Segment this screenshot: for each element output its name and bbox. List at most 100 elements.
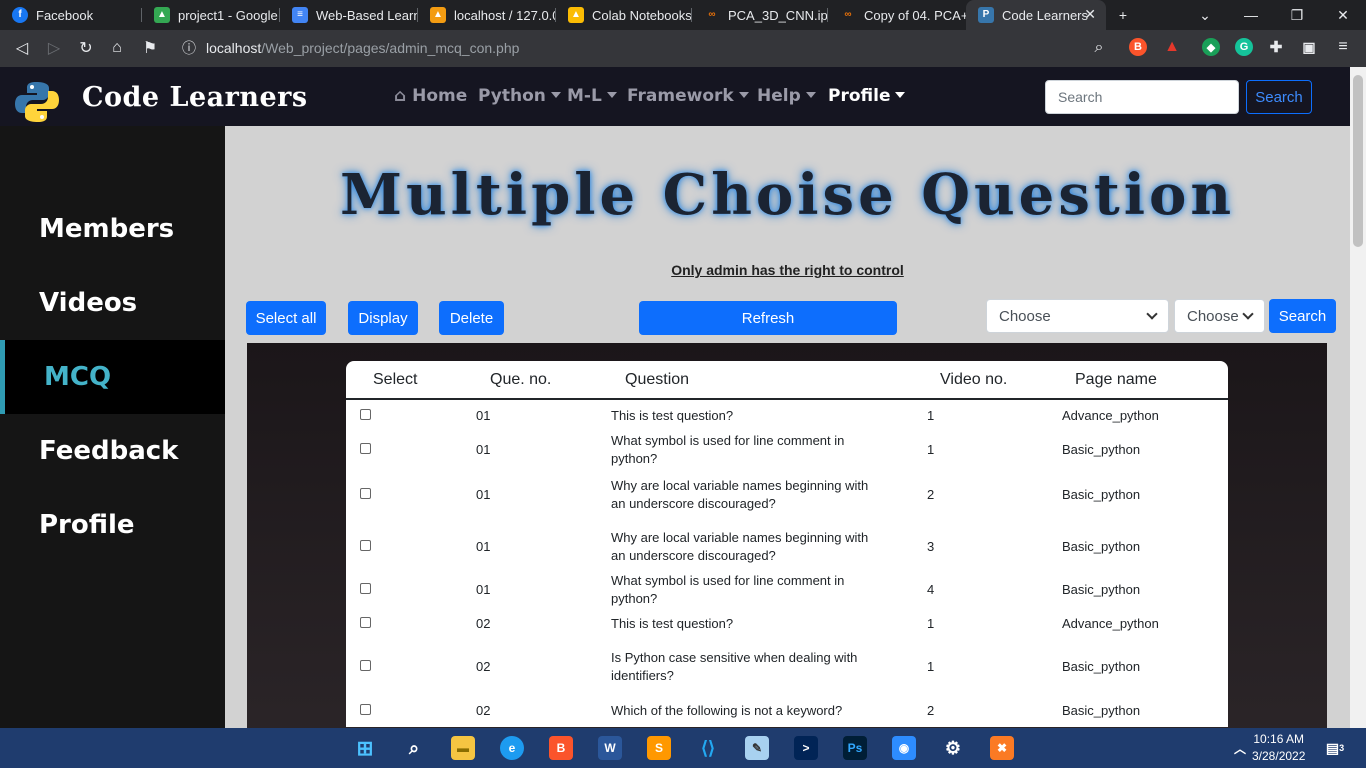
- brave-shields-icon[interactable]: B: [1129, 38, 1147, 56]
- tab-code-learners[interactable]: P Code Learners ✕: [966, 0, 1106, 30]
- grammarly-icon[interactable]: G: [1235, 38, 1253, 56]
- word-icon[interactable]: W: [598, 736, 622, 760]
- tab-web-based[interactable]: ≡ Web-Based Learnin: [280, 0, 418, 30]
- page-scrollbar[interactable]: [1350, 67, 1366, 728]
- phpmyadmin-icon: ▲: [430, 7, 446, 23]
- sidebar-item-members[interactable]: Members: [0, 192, 225, 266]
- brave-rewards-icon[interactable]: ▲: [1163, 38, 1181, 56]
- row-select-checkbox[interactable]: [360, 539, 371, 551]
- edge-icon[interactable]: e: [500, 736, 524, 760]
- settings-gear-icon[interactable]: ⚙: [941, 736, 965, 760]
- tab-search-button[interactable]: ⌄: [1182, 0, 1228, 30]
- python-logo-icon: [15, 82, 59, 122]
- cell-que-no: 02: [476, 659, 491, 674]
- cell-que-no: 01: [476, 582, 491, 597]
- close-window-button[interactable]: ✕: [1320, 0, 1366, 30]
- notification-icon[interactable]: ▤ 3: [1323, 736, 1347, 760]
- cell-question: What symbol is used for line comment in …: [611, 573, 845, 606]
- new-tab-button[interactable]: +: [1100, 0, 1146, 30]
- extension-icon[interactable]: ◆: [1202, 38, 1220, 56]
- nav-search-button[interactable]: Search: [1246, 80, 1312, 114]
- row-select-checkbox[interactable]: [360, 409, 371, 420]
- nav-home[interactable]: ⌂ Home: [394, 86, 467, 106]
- tab-facebook[interactable]: f Facebook: [0, 0, 142, 30]
- row-select-checkbox[interactable]: [360, 660, 371, 671]
- cell-question: Is Python case sensitive when dealing wi…: [611, 650, 858, 683]
- cell-question: This is test question?: [611, 616, 734, 631]
- row-select-checkbox[interactable]: [360, 583, 371, 594]
- cell-page-name: Basic_python: [1062, 659, 1141, 674]
- sidebar-item-videos[interactable]: Videos: [0, 266, 225, 340]
- filter-select-2[interactable]: Choose: [1174, 299, 1265, 333]
- nav-help[interactable]: Help: [757, 86, 816, 106]
- filter-select-1[interactable]: Choose: [986, 299, 1169, 333]
- table-header-row: Select Que. no. Question Video no. Page …: [346, 361, 1228, 400]
- row-select-checkbox[interactable]: [360, 617, 371, 628]
- xampp-icon[interactable]: ✖: [990, 736, 1014, 760]
- file-explorer-icon[interactable]: ▬: [451, 736, 475, 760]
- nav-profile[interactable]: Profile: [828, 86, 906, 106]
- tab-pca-3d-cnn[interactable]: ∞ PCA_3D_CNN.ipyn: [692, 0, 828, 30]
- back-button[interactable]: ◁: [9, 36, 35, 60]
- delete-button[interactable]: Delete: [439, 301, 504, 335]
- chevron-down-icon: [738, 92, 749, 98]
- tab-localhost[interactable]: ▲ localhost / 127.0.0.: [418, 0, 556, 30]
- sidebar-item-feedback[interactable]: Feedback: [0, 414, 225, 488]
- cell-que-no: 01: [476, 486, 491, 502]
- refresh-button[interactable]: Refresh: [639, 301, 897, 335]
- chevron-down-icon: [1242, 308, 1254, 320]
- home-button[interactable]: ⌂: [104, 36, 130, 60]
- select-all-button[interactable]: Select all: [246, 301, 326, 335]
- menu-icon[interactable]: ≡: [1334, 38, 1352, 56]
- tab-colab-notebooks[interactable]: ▲ Colab Notebooks -: [556, 0, 692, 30]
- sublime-icon[interactable]: S: [647, 736, 671, 760]
- scrollbar-thumb[interactable]: [1353, 75, 1363, 247]
- site-info-icon[interactable]: ⓘ: [176, 36, 202, 60]
- powershell-icon[interactable]: >: [794, 736, 818, 760]
- row-select-checkbox[interactable]: [360, 443, 371, 454]
- windows-start-icon[interactable]: ⊞: [353, 736, 377, 760]
- column-header-select: Select: [346, 361, 476, 400]
- filter-search-button[interactable]: Search: [1269, 299, 1336, 333]
- nav-python[interactable]: Python: [478, 86, 561, 106]
- wallet-icon[interactable]: ▣: [1300, 38, 1318, 56]
- cell-question: Why are local variable names beginning w…: [611, 529, 869, 563]
- nav-framework[interactable]: Framework: [627, 86, 749, 106]
- forward-button[interactable]: ▷: [41, 36, 67, 60]
- page-title: Multiple Choise Question: [339, 162, 1236, 228]
- home-icon: ⌂: [394, 86, 407, 106]
- tab-copy-of-pca[interactable]: ∞ Copy of 04. PCA+M: [828, 0, 966, 30]
- reload-button[interactable]: ↻: [73, 36, 99, 60]
- row-select-checkbox[interactable]: [360, 703, 371, 715]
- chevron-down-icon: [1146, 308, 1158, 320]
- table-row: 02 Which of the following is not a keywor…: [346, 694, 1228, 727]
- column-header-question: Question: [611, 361, 926, 400]
- restore-button[interactable]: ❐: [1274, 0, 1320, 30]
- address-bar[interactable]: localhost/Web_project/pages/admin_mcq_co…: [206, 40, 519, 56]
- nav-ml[interactable]: M-L: [567, 86, 617, 106]
- close-tab-icon[interactable]: ✕: [1084, 6, 1096, 23]
- table-row: 01 This is test question? 1 Advance_python: [346, 399, 1228, 432]
- search-icon[interactable]: ⌕: [402, 736, 426, 760]
- sidebar-item-mcq[interactable]: MCQ: [0, 340, 225, 414]
- column-header-que-no: Que. no.: [476, 361, 611, 400]
- zoom-app-icon[interactable]: ◉: [892, 736, 916, 760]
- tab-project1[interactable]: ▲ project1 - Google D: [142, 0, 280, 30]
- brave-icon[interactable]: B: [549, 736, 573, 760]
- bookmark-icon[interactable]: ⚑: [137, 36, 163, 60]
- vscode-icon[interactable]: ⟨⟩: [696, 736, 720, 760]
- display-button[interactable]: Display: [348, 301, 418, 335]
- photoshop-icon[interactable]: Ps: [843, 736, 867, 760]
- taskbar-clock[interactable]: 10:16 AM 3/28/2022: [1252, 731, 1305, 765]
- row-select-checkbox[interactable]: [360, 487, 371, 499]
- chevron-up-icon[interactable]: ︿: [1228, 736, 1252, 760]
- brand-name[interactable]: Code Learners: [82, 82, 308, 113]
- search-input[interactable]: [1045, 80, 1239, 114]
- extensions-puzzle-icon[interactable]: ✚: [1267, 38, 1285, 56]
- minimize-button[interactable]: —: [1228, 0, 1274, 30]
- notepad-icon[interactable]: ✎: [745, 736, 769, 760]
- sidebar-item-profile[interactable]: Profile: [0, 488, 225, 562]
- zoom-icon[interactable]: ⌕: [1086, 36, 1112, 60]
- chevron-down-icon: [606, 92, 617, 98]
- browser-toolbar: ◁ ▷ ↻ ⌂ ⚑ ⓘ localhost/Web_project/pages/…: [0, 30, 1366, 67]
